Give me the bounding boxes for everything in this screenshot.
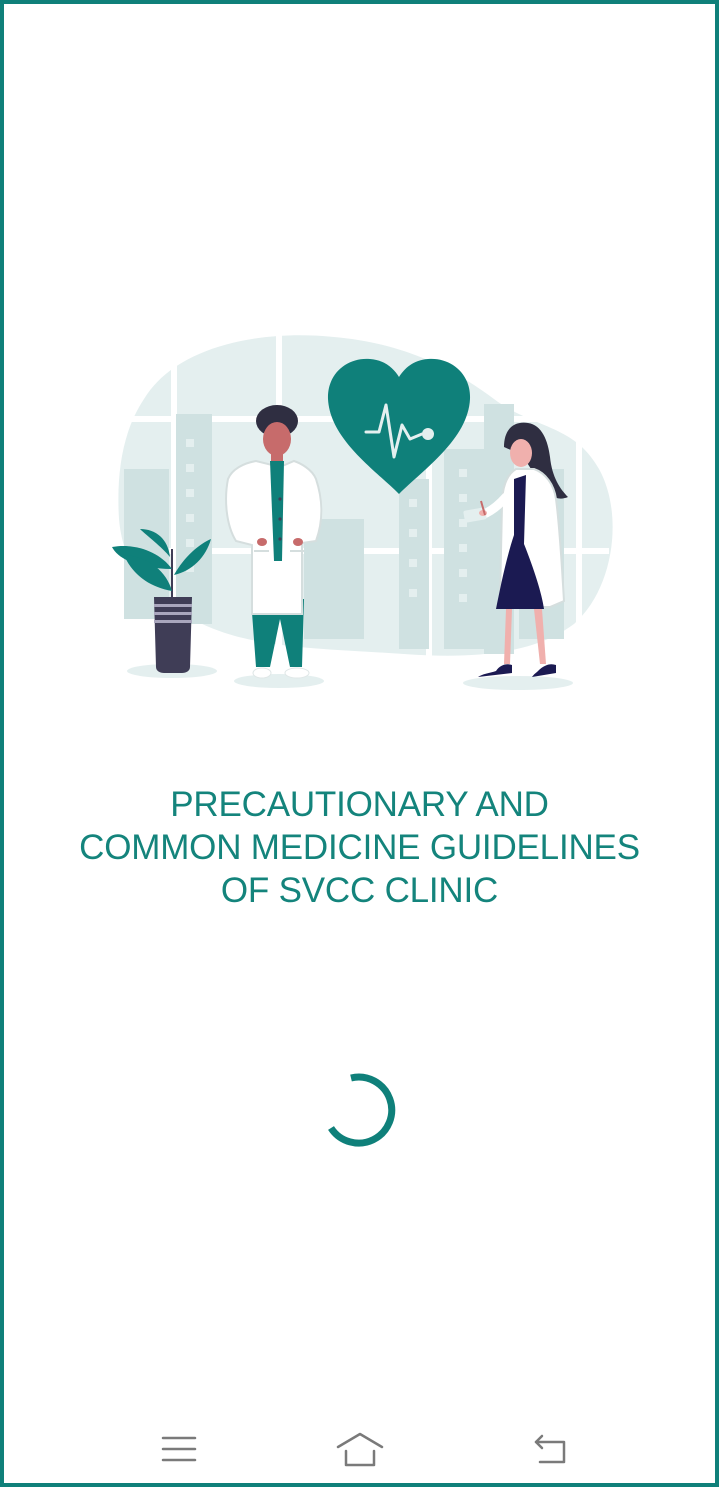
app-title-line-1: PRECAUTIONARY AND — [170, 785, 549, 824]
back-button[interactable] — [524, 1426, 578, 1472]
app-title: PRECAUTIONARY AND COMMON MEDICINE GUIDEL… — [4, 783, 715, 912]
back-icon — [534, 1434, 566, 1464]
system-navigation-bar — [4, 1414, 715, 1483]
menu-button[interactable] — [152, 1426, 206, 1472]
loading-spinner-icon — [328, 1073, 396, 1147]
splash-screen: PRECAUTIONARY AND COMMON MEDICINE GUIDEL… — [0, 0, 719, 1487]
app-title-line-2: COMMON MEDICINE GUIDELINES — [79, 828, 640, 867]
home-icon — [336, 1432, 384, 1467]
menu-icon — [161, 1436, 197, 1462]
app-title-line-3: OF SVCC CLINIC — [220, 871, 499, 910]
doctors-with-heart-illustration — [112, 334, 613, 690]
home-button[interactable] — [333, 1426, 387, 1472]
